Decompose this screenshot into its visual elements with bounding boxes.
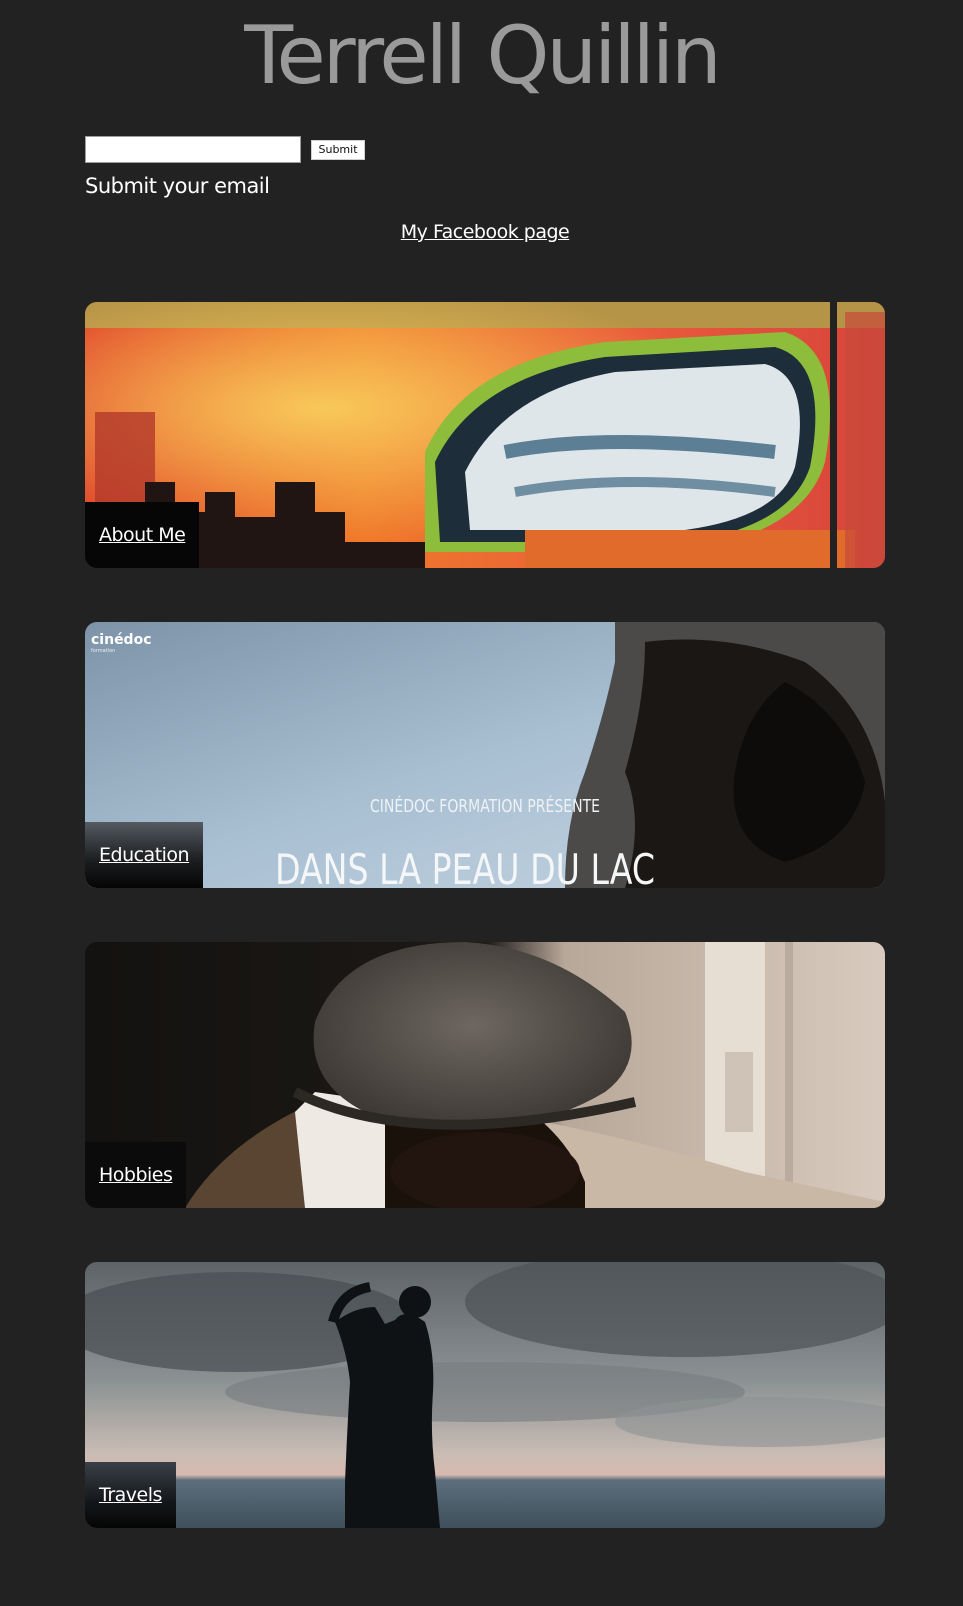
facebook-link[interactable]: My Facebook page <box>0 221 963 243</box>
about-me-link[interactable]: About Me <box>85 502 200 568</box>
film-title-still-image: cinédoc formation CINÉDOC FORMATION PRÉS… <box>85 622 885 888</box>
film-overlay-line2: DANS LA PEAU DU LAC <box>275 845 655 888</box>
email-caption: Submit your email <box>85 174 270 198</box>
travels-link[interactable]: Travels <box>85 1462 176 1528</box>
travels-card[interactable]: Travels <box>85 1262 885 1528</box>
cinedoc-logo: cinédoc <box>91 632 152 648</box>
education-link[interactable]: Education <box>85 822 204 888</box>
site-title: Terrell Quillin <box>244 9 722 102</box>
about-me-card[interactable]: About Me <box>85 302 885 568</box>
education-card[interactable]: cinédoc formation CINÉDOC FORMATION PRÉS… <box>85 622 885 888</box>
hobbies-card[interactable]: Hobbies <box>85 942 885 1208</box>
film-overlay-line1: CINÉDOC FORMATION PRÉSENTE <box>370 795 600 817</box>
hobbies-link[interactable]: Hobbies <box>85 1142 187 1208</box>
email-input[interactable] <box>85 136 301 163</box>
seaside-silhouette-image <box>85 1262 885 1528</box>
cinedoc-logo-subtitle: formation <box>91 648 115 654</box>
graffiti-mural-image <box>85 302 885 568</box>
man-in-hat-image <box>85 942 885 1208</box>
submit-button[interactable]: Submit <box>311 140 365 160</box>
